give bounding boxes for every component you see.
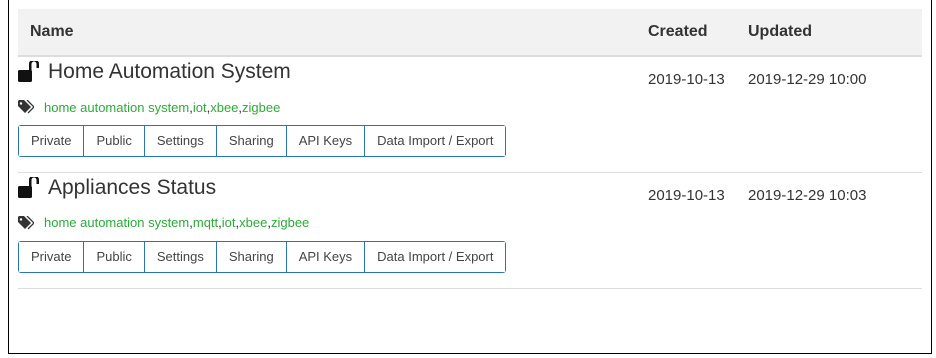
sharing-button[interactable]: Sharing xyxy=(216,241,287,272)
api-keys-button[interactable]: API Keys xyxy=(286,241,366,272)
project-tag[interactable]: home automation system xyxy=(44,215,189,230)
project-tags: home automation system, mqtt, iot, xbee,… xyxy=(18,214,636,232)
project-tag[interactable]: xbee xyxy=(239,215,267,230)
project-tag[interactable]: iot xyxy=(222,215,236,230)
created-date: 2019-10-13 xyxy=(636,172,736,289)
project-name-cell: Appliances Status home automation system… xyxy=(18,172,636,289)
project-tag[interactable]: zigbee xyxy=(242,100,280,115)
project-tags: home automation system, iot, xbee, zigbe… xyxy=(18,98,636,116)
project-tag[interactable]: iot xyxy=(193,100,207,115)
project-actions-group: Private Public Settings Sharing API Keys Data… xyxy=(18,240,507,273)
table-row: Appliances Status home automation system… xyxy=(18,172,922,289)
private-button[interactable]: Private xyxy=(19,126,85,156)
public-button[interactable]: Public xyxy=(84,126,145,156)
settings-button[interactable]: Settings xyxy=(144,241,217,272)
table-row: Home Automation System home automation s… xyxy=(18,56,922,173)
created-date: 2019-10-13 xyxy=(636,56,736,173)
project-title[interactable]: Home Automation System xyxy=(48,60,291,84)
api-keys-button[interactable]: API Keys xyxy=(286,126,366,156)
data-import-export-button[interactable]: Data Import / Export xyxy=(365,126,506,156)
project-title[interactable]: Appliances Status xyxy=(48,176,216,200)
column-header-updated[interactable]: Updated xyxy=(736,9,922,57)
project-tag[interactable]: home automation system xyxy=(44,100,189,115)
project-title-row: Appliances Status xyxy=(18,173,636,203)
sharing-button[interactable]: Sharing xyxy=(216,126,287,156)
updated-date: 2019-12-29 10:03 xyxy=(736,172,922,289)
data-import-export-button[interactable]: Data Import / Export xyxy=(365,241,506,272)
project-actions-group: Private Public Settings Sharing API Keys Data… xyxy=(18,125,507,157)
public-button[interactable]: Public xyxy=(84,241,145,272)
project-tag[interactable]: xbee xyxy=(210,100,238,115)
projects-table: Name Created Updated Home Automation Sys… xyxy=(18,9,922,289)
tag-icon xyxy=(18,215,35,230)
project-tag[interactable]: mqtt xyxy=(193,215,218,230)
column-header-created[interactable]: Created xyxy=(636,9,736,57)
project-title-row: Home Automation System xyxy=(18,57,636,87)
column-header-name[interactable]: Name xyxy=(18,9,636,57)
unlocked-padlock-icon xyxy=(18,174,40,199)
updated-date: 2019-12-29 10:00 xyxy=(736,56,922,173)
private-button[interactable]: Private xyxy=(19,241,85,272)
unlocked-padlock-icon xyxy=(18,59,40,83)
settings-button[interactable]: Settings xyxy=(144,126,217,156)
table-header-row: Name Created Updated xyxy=(18,9,922,57)
page-frame: Name Created Updated Home Automation Sys… xyxy=(8,0,932,354)
tag-icon xyxy=(18,99,35,114)
project-tag[interactable]: zigbee xyxy=(271,215,309,230)
project-name-cell: Home Automation System home automation s… xyxy=(18,56,636,173)
